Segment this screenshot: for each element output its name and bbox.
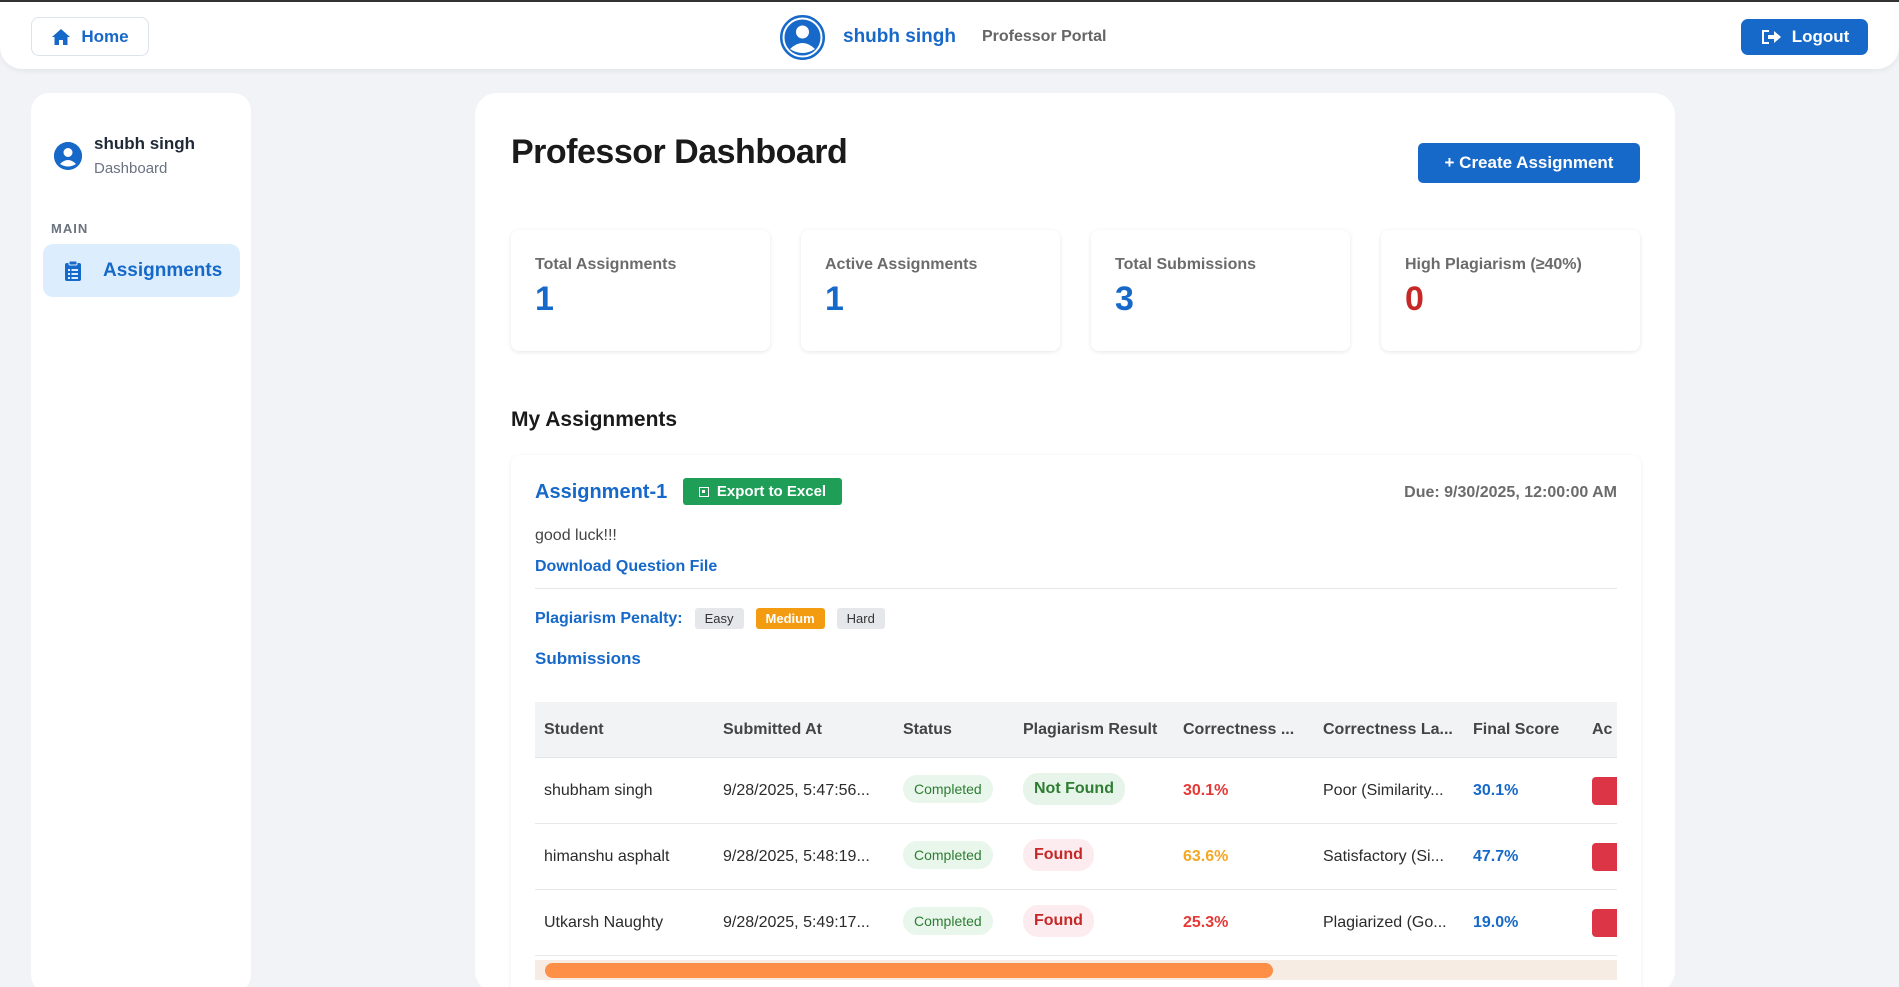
delete-button[interactable]	[1592, 777, 1617, 805]
table-header: Student Submitted At Status Plagiarism R…	[535, 702, 1617, 758]
column-header[interactable]: Plagiarism Result	[1023, 721, 1157, 739]
logout-button[interactable]: Logout	[1741, 19, 1868, 55]
assignment-title[interactable]: Assignment-1	[535, 481, 667, 504]
submissions-title: Submissions	[535, 649, 641, 668]
top-navbar: Home shubh singh Professor Portal Logout	[0, 0, 1899, 69]
status-badge: Completed	[903, 907, 993, 935]
horizontal-scrollbar[interactable]	[535, 960, 1617, 980]
main-panel: Professor Dashboard + Create Assignment …	[475, 93, 1675, 987]
penalty-label: Plagiarism Penalty:	[535, 609, 683, 627]
cell-student: shubham singh	[544, 782, 653, 799]
user-avatar-icon	[780, 14, 825, 60]
plagiarism-badge: Found	[1023, 905, 1094, 937]
current-user: shubh singh Professor Portal	[780, 14, 1106, 60]
stat-value: 0	[1405, 280, 1424, 318]
column-header[interactable]: Status	[903, 721, 952, 739]
status-badge: Completed	[903, 841, 993, 869]
delete-button[interactable]	[1592, 909, 1617, 937]
sidebar-user-name: shubh singh	[94, 134, 196, 153]
home-label: Home	[81, 26, 129, 46]
plagiarism-badge: Found	[1023, 839, 1094, 871]
stat-label: Total Submissions	[1115, 256, 1257, 273]
cell-correctness-label: Satisfactory (Si...	[1323, 848, 1444, 865]
assignment-card: Assignment-1 Export to Excel Due: 9/30/2…	[511, 455, 1641, 987]
stat-card-total-submissions: Total Submissions 3	[1091, 230, 1350, 351]
scrollbar-thumb[interactable]	[545, 963, 1273, 978]
table-row: Utkarsh Naughty 9/28/2025, 5:49:17... Co…	[535, 890, 1617, 956]
due-date: Due: 9/30/2025, 12:00:00 AM	[1404, 484, 1617, 501]
assignment-description: good luck!!!	[535, 527, 617, 544]
cell-correctness-label: Poor (Similarity...	[1323, 782, 1444, 799]
export-label: Export to Excel	[716, 483, 827, 500]
delete-button[interactable]	[1592, 843, 1617, 871]
cell-correctness: 30.1%	[1183, 782, 1229, 799]
column-header[interactable]: Ac	[1592, 721, 1612, 739]
excel-icon	[698, 486, 709, 497]
column-header[interactable]: Final Score	[1473, 721, 1559, 739]
cell-correctness-label: Plagiarized (Go...	[1323, 914, 1447, 931]
sidebar-user: shubh singh Dashboard	[54, 134, 195, 177]
column-header[interactable]: Correctness ...	[1183, 721, 1294, 739]
stat-label: Active Assignments	[825, 256, 978, 273]
cell-submitted-at: 9/28/2025, 5:49:17...	[723, 914, 870, 931]
export-excel-button[interactable]: Export to Excel	[683, 478, 842, 505]
stat-value: 1	[825, 280, 844, 318]
column-header[interactable]: Student	[544, 721, 604, 739]
cell-final-score: 47.7%	[1473, 848, 1519, 865]
penalty-hard-button[interactable]: Hard	[836, 608, 885, 629]
cell-student: himanshu asphalt	[544, 848, 670, 865]
cell-correctness: 63.6%	[1183, 848, 1229, 865]
stat-label: High Plagiarism (≥40%)	[1405, 256, 1582, 273]
user-name: shubh singh	[843, 26, 956, 47]
cell-final-score: 19.0%	[1473, 914, 1519, 931]
portal-label: Professor Portal	[981, 28, 1107, 45]
column-header[interactable]: Correctness La...	[1323, 721, 1453, 739]
cell-correctness: 25.3%	[1183, 914, 1229, 931]
logout-label: Logout	[1791, 27, 1850, 46]
logout-icon	[1761, 30, 1781, 44]
sidebar: shubh singh Dashboard MAIN Assignments	[31, 93, 251, 987]
stat-card-active-assignments: Active Assignments 1	[801, 230, 1060, 351]
clipboard-icon	[65, 260, 81, 281]
stat-card-total-assignments: Total Assignments 1	[511, 230, 770, 351]
section-title: My Assignments	[511, 408, 678, 431]
status-badge: Completed	[903, 775, 993, 803]
sidebar-section-label: MAIN	[51, 221, 89, 236]
penalty-medium-button[interactable]: Medium	[755, 608, 825, 629]
sidebar-user-role: Dashboard	[94, 160, 168, 177]
page-title: Professor Dashboard	[511, 133, 848, 171]
sidebar-item-label: Assignments	[103, 259, 223, 281]
stat-value: 1	[535, 280, 554, 318]
sidebar-item-assignments[interactable]: Assignments	[43, 244, 240, 297]
home-icon	[52, 28, 71, 45]
stat-value: 3	[1115, 280, 1134, 318]
cell-submitted-at: 9/28/2025, 5:47:56...	[723, 782, 870, 799]
penalty-easy-button[interactable]: Easy	[694, 608, 744, 629]
column-header[interactable]: Submitted At	[723, 721, 822, 739]
table-row: shubham singh 9/28/2025, 5:47:56... Comp…	[535, 758, 1617, 824]
user-avatar-icon	[54, 142, 82, 170]
cell-final-score: 30.1%	[1473, 782, 1519, 799]
cell-student: Utkarsh Naughty	[544, 914, 664, 931]
plagiarism-penalty: Plagiarism Penalty: Easy Medium Hard	[535, 608, 885, 629]
download-question-link[interactable]: Download Question File	[535, 558, 717, 576]
submissions-table: Student Submitted At Status Plagiarism R…	[535, 702, 1617, 987]
table-row: himanshu asphalt 9/28/2025, 5:48:19... C…	[535, 824, 1617, 890]
stat-card-high-plagiarism: High Plagiarism (≥40%) 0	[1381, 230, 1640, 351]
create-assignment-button[interactable]: + Create Assignment	[1418, 143, 1640, 183]
plagiarism-badge: Not Found	[1023, 773, 1125, 805]
home-button[interactable]: Home	[31, 17, 149, 56]
cell-submitted-at: 9/28/2025, 5:48:19...	[723, 848, 870, 865]
stat-label: Total Assignments	[535, 256, 677, 273]
divider	[535, 588, 1617, 589]
